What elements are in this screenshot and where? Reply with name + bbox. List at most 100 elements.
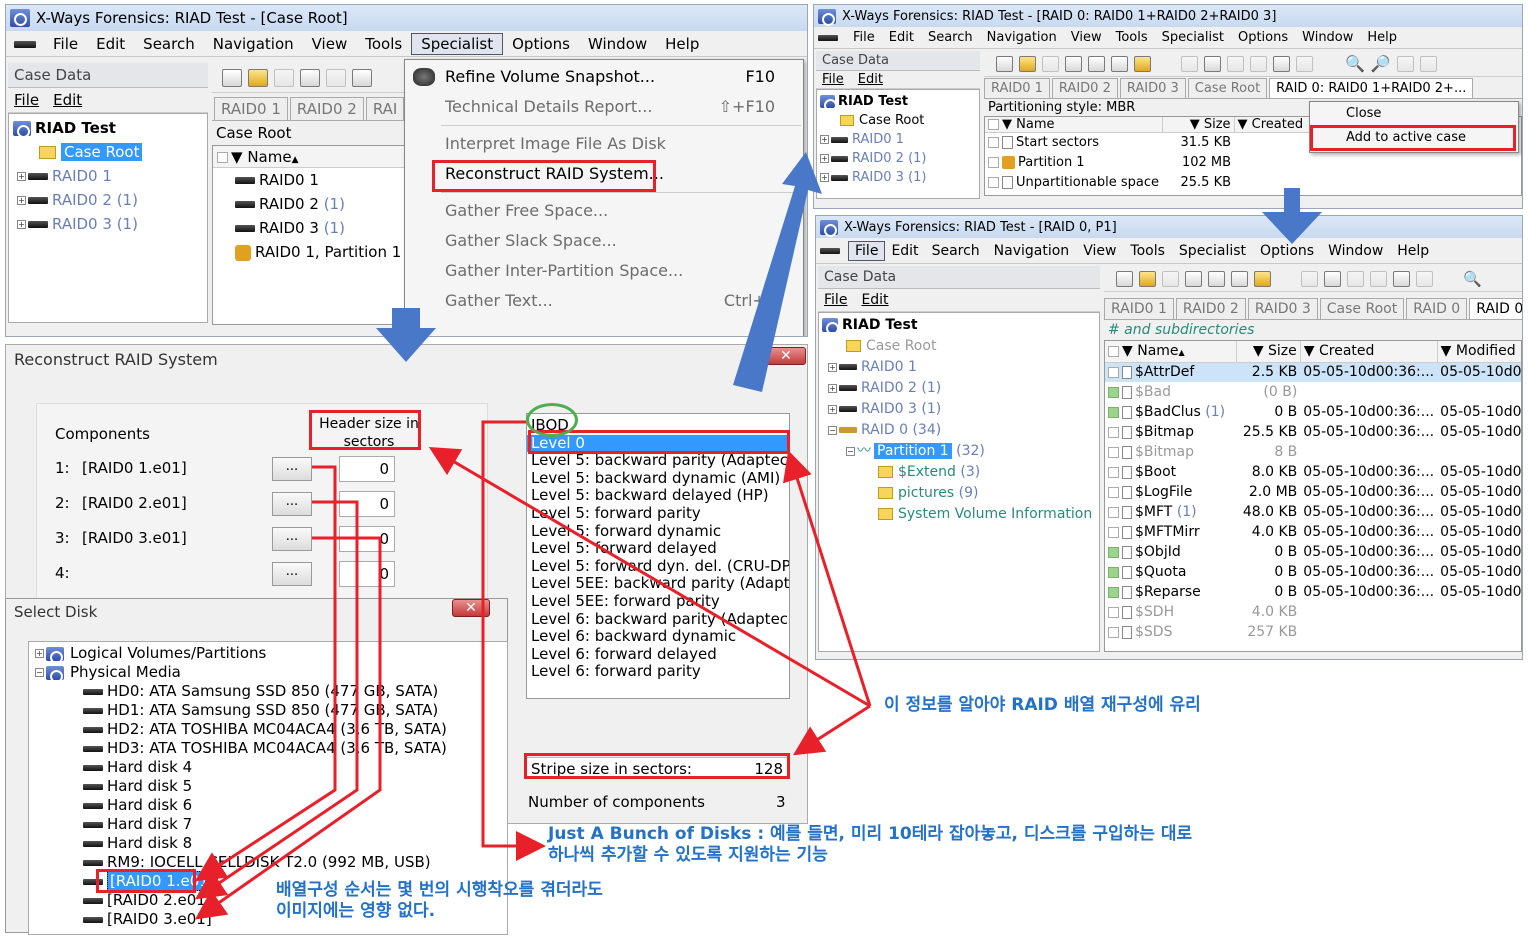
binoculars-red-icon[interactable]: 🔎 xyxy=(1371,54,1391,73)
row-checkbox[interactable] xyxy=(1108,466,1119,478)
collapse-icon[interactable]: − xyxy=(828,425,837,435)
case-file-menu[interactable]: File xyxy=(14,91,39,109)
binoculars-icon[interactable]: 🔍 xyxy=(1345,54,1365,73)
menu-tools[interactable]: Tools xyxy=(356,34,411,54)
disk-item[interactable]: Hard disk 7 xyxy=(35,815,501,834)
select-all-checkbox[interactable] xyxy=(988,119,999,130)
menu-specialist[interactable]: Specialist xyxy=(1155,29,1231,46)
component-browse-button[interactable]: ... xyxy=(272,562,312,586)
disk-item[interactable]: Hard disk 8 xyxy=(35,834,501,853)
binary-icon[interactable] xyxy=(1296,55,1313,72)
table-row[interactable]: $AttrDef 2.5 KB 05-05-10d00:36:... 05-05-10… xyxy=(1105,362,1521,382)
save-icon[interactable] xyxy=(274,68,294,87)
raid-type-option[interactable]: Level 5: forward dynamic xyxy=(527,522,789,541)
context-add-to-active-case[interactable]: Add to active case xyxy=(1310,126,1518,150)
filter-icon[interactable]: ▼ xyxy=(231,148,243,166)
disk-menu-icon[interactable] xyxy=(814,30,846,45)
search-next-icon[interactable] xyxy=(1419,55,1437,72)
col-modified[interactable]: ▼ Modified xyxy=(1437,341,1521,363)
disk-open-icon[interactable] xyxy=(300,68,320,87)
open-folder-icon[interactable] xyxy=(1019,55,1036,72)
paste-icon[interactable] xyxy=(1347,270,1364,287)
header-size-input[interactable]: 0 xyxy=(339,456,395,482)
clipboard-icon[interactable] xyxy=(1250,55,1267,72)
header-size-input[interactable]: 0 xyxy=(339,491,395,517)
disk-group[interactable]: + Logical Volumes/Partitions xyxy=(35,644,501,664)
row-checkbox[interactable] xyxy=(1108,406,1119,418)
tab-raid0-p1[interactable]: RAID 0, P1 xyxy=(1469,298,1522,319)
disk-item[interactable]: HD0: ATA Samsung SSD 850 (477 GB, SATA) xyxy=(35,682,501,701)
specialist-menu-item[interactable]: Gather Text... Ctrl+F xyxy=(405,286,803,316)
tab-case-root[interactable]: Case Root xyxy=(1319,298,1405,319)
tree-raid0-1[interactable]: + RAID0 1 xyxy=(820,130,976,149)
header-size-input[interactable]: 0 xyxy=(339,526,395,552)
specialist-menu-item[interactable]: Gather Free Space... xyxy=(405,196,803,226)
list-item[interactable]: RAID0 2 (1) xyxy=(213,192,407,216)
table-row[interactable]: Start sectors 31.5 KB xyxy=(985,133,1345,153)
menu-tools[interactable]: Tools xyxy=(1123,242,1172,260)
menu-view[interactable]: View xyxy=(303,34,357,54)
name-column-header[interactable]: ▼ Name▲ xyxy=(213,146,407,168)
raid-type-option[interactable]: Level 5: forward parity xyxy=(527,504,789,523)
save-icon[interactable] xyxy=(1162,270,1179,287)
menu-specialist[interactable]: Specialist xyxy=(1172,242,1253,260)
specialist-menu-item[interactable]: Gather Inter-Partition Space... xyxy=(405,256,803,286)
expand-icon[interactable]: + xyxy=(820,173,829,182)
new-icon[interactable] xyxy=(996,55,1013,72)
menu-options[interactable]: Options xyxy=(1231,29,1295,46)
disk-group[interactable]: − Physical Media xyxy=(35,663,501,683)
binoculars-icon[interactable]: 🔍 xyxy=(1463,270,1482,288)
menu-file[interactable]: File xyxy=(848,240,886,261)
tree-case-root[interactable]: Case Root xyxy=(820,111,976,130)
undo-icon[interactable] xyxy=(1301,270,1318,287)
tree-case-root-node[interactable]: RIAD Test xyxy=(822,315,1096,336)
row-checkbox[interactable] xyxy=(1108,386,1119,398)
raid-type-option[interactable]: Level 6: forward parity xyxy=(527,663,789,681)
disk-open-icon[interactable] xyxy=(1185,270,1202,287)
properties-icon[interactable] xyxy=(352,68,372,87)
tree-system-volume-information[interactable]: System Volume Information xyxy=(822,504,1096,525)
specialist-menu-item[interactable]: Refine Volume Snapshot... F10 xyxy=(405,62,803,92)
raid-type-option[interactable]: Level 5: backward dynamic (AMI) xyxy=(527,469,789,488)
menu-options[interactable]: Options xyxy=(503,34,579,54)
tree-case-root-node[interactable]: RIAD Test xyxy=(820,92,976,112)
menu-window[interactable]: Window xyxy=(1295,29,1360,46)
case-file-menu[interactable]: File xyxy=(824,292,847,308)
menu-edit[interactable]: Edit xyxy=(885,242,924,260)
new-icon[interactable] xyxy=(1116,270,1133,287)
disk-open-icon[interactable] xyxy=(1065,55,1082,72)
tree-partition-1[interactable]: − 〰 Partition 1 (32) xyxy=(822,441,1096,462)
expand-icon[interactable]: + xyxy=(820,154,829,163)
list-item[interactable]: RAID0 1, Partition 1 xyxy=(213,240,407,264)
raid-type-option[interactable]: Level 6: backward dynamic xyxy=(527,628,789,646)
disk-item[interactable]: Hard disk 4 xyxy=(35,758,501,777)
col-name[interactable]: ▼ Name xyxy=(985,117,1163,133)
pages-icon[interactable] xyxy=(1273,55,1290,72)
expand-icon[interactable]: + xyxy=(17,172,26,181)
tree-raid0-2[interactable]: + RAID0 2 (1) xyxy=(822,378,1096,399)
menu-navigation[interactable]: Navigation xyxy=(204,34,303,54)
row-checkbox[interactable] xyxy=(988,177,999,188)
export-icon[interactable] xyxy=(1134,55,1151,72)
menu-edit[interactable]: Edit xyxy=(87,34,134,54)
row-checkbox[interactable] xyxy=(1108,446,1119,458)
row-checkbox[interactable] xyxy=(1108,426,1119,438)
disk-item[interactable]: RM9: IOCELL CELLDISK T2.0 (992 MB, USB) xyxy=(35,853,501,872)
image-icon[interactable] xyxy=(1208,270,1225,287)
tree-case-root-node[interactable]: RIAD Test xyxy=(13,116,203,140)
properties-icon[interactable] xyxy=(1111,55,1128,72)
raid-type-option[interactable]: Level 5: forward delayed xyxy=(527,540,789,558)
pages-icon[interactable] xyxy=(1393,270,1410,287)
tree-extend[interactable]: $Extend (3) xyxy=(822,462,1096,483)
case-edit-menu[interactable]: Edit xyxy=(53,91,82,109)
col-created[interactable]: ▼ Created xyxy=(1300,341,1438,363)
row-checkbox[interactable] xyxy=(1108,626,1119,638)
row-checkbox[interactable] xyxy=(1108,586,1119,598)
table-row[interactable]: $ObjId 0 B 05-05-10d00:36:... 05-05-10d0 xyxy=(1105,542,1521,562)
menu-view[interactable]: View xyxy=(1064,29,1109,46)
tree-raid0-2[interactable]: + RAID0 2 (1) xyxy=(820,149,976,168)
row-checkbox[interactable] xyxy=(1108,486,1119,498)
expand-icon[interactable]: + xyxy=(820,135,829,144)
select-all-checkbox[interactable] xyxy=(217,152,228,163)
hex-search-icon[interactable] xyxy=(1396,55,1414,72)
